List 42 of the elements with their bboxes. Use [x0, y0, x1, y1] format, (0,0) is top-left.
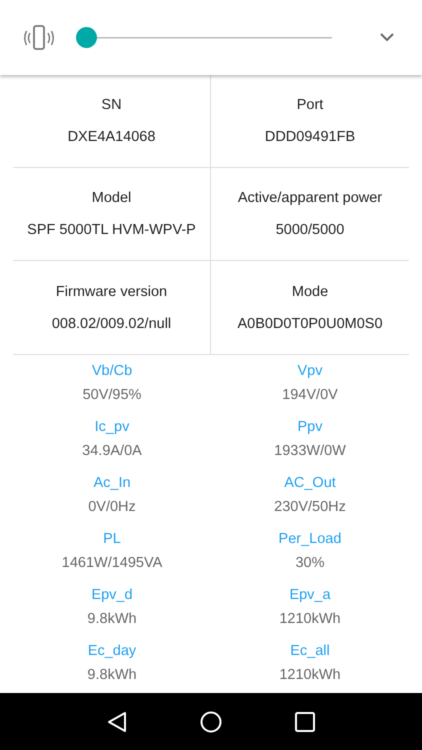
parameter-label: Per_Load	[278, 531, 342, 547]
parameter-label: Vpv	[298, 363, 322, 379]
field-label: Model	[92, 190, 132, 206]
home-icon[interactable]	[200, 710, 222, 732]
parameter-value: 1210kWh	[279, 667, 341, 683]
parameter-value: 194V/0V	[282, 387, 338, 403]
field-value: A0B0D0T0P0U0M0S0	[237, 316, 383, 332]
field-label: Mode	[292, 284, 328, 300]
parameter-label: PL	[103, 531, 121, 547]
field-value: 5000/5000	[276, 222, 344, 238]
parameter-label: Vb/Cb	[92, 363, 132, 379]
parameter-label: AC_Out	[284, 475, 336, 491]
chevron-down-icon[interactable]	[380, 33, 394, 42]
parameter-label: Epv_d	[91, 587, 133, 603]
field-label: SN	[101, 97, 122, 113]
parameter-value: 50V/95%	[82, 387, 142, 403]
slider-thumb[interactable]	[76, 27, 97, 48]
parameter-value: 30%	[295, 555, 325, 571]
parameter-label: Ac_In	[93, 475, 131, 491]
parameter-label: Epv_a	[289, 587, 331, 603]
parameter-value: 34.9A/0A	[82, 443, 142, 459]
parameter-value: 230V/50Hz	[274, 499, 346, 515]
field-value: DXE4A14068	[68, 129, 156, 145]
parameter-value: 9.8kWh	[87, 611, 137, 627]
parameter-label: Ppv	[298, 419, 322, 435]
recent-apps-icon[interactable]	[295, 712, 316, 732]
parameter-value: 9.8kWh	[87, 667, 137, 683]
parameter-label: Ec_day	[88, 643, 136, 659]
field-label: Port	[296, 97, 324, 113]
parameter-value: 1933W/0W	[274, 443, 346, 459]
field-value: 008.02/009.02/null	[52, 316, 172, 332]
field-label: Active/apparent power	[238, 190, 382, 206]
field-value: SPF 5000TL HVM-WPV-P	[27, 222, 196, 238]
parameter-label: Ic_pv	[94, 419, 130, 435]
field-value: DDD09491FB	[264, 129, 356, 145]
parameter-value: 1210kWh	[279, 611, 341, 627]
back-icon[interactable]	[106, 710, 127, 732]
parameter-label: Ec_all	[290, 643, 330, 659]
parameter-value: 0V/0Hz	[88, 499, 136, 515]
parameter-value: 1461W/1495VA	[62, 555, 162, 571]
field-label: Firmware version	[56, 284, 168, 300]
vibrating-phone-icon[interactable]	[24, 24, 54, 50]
